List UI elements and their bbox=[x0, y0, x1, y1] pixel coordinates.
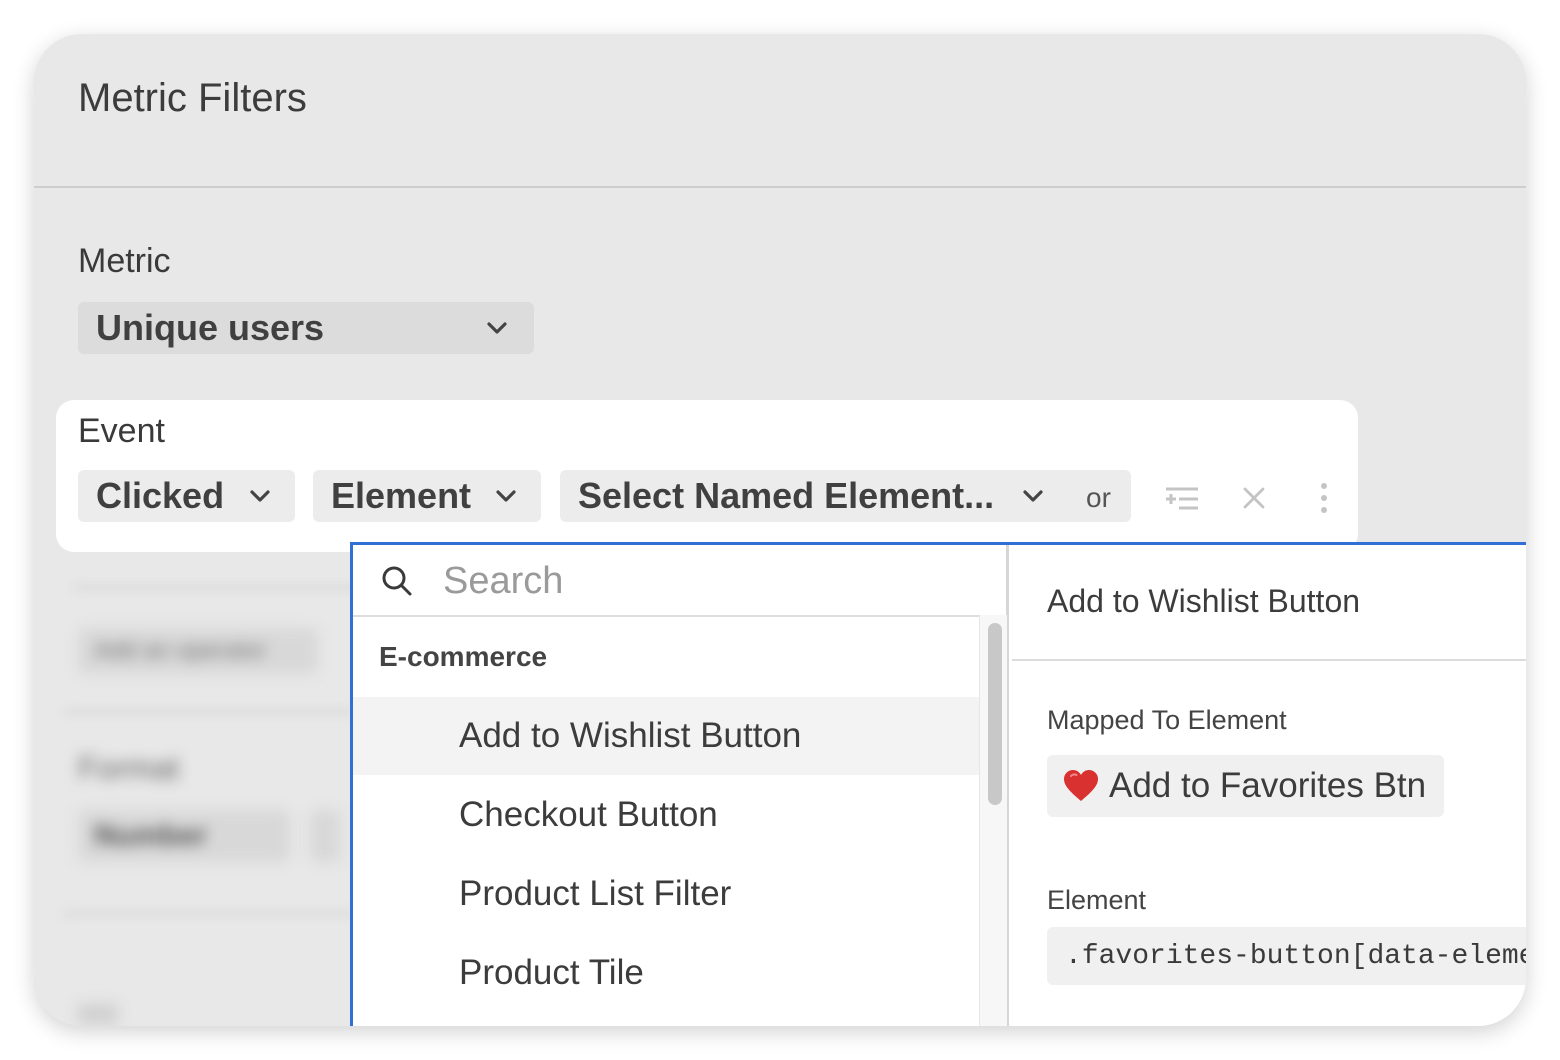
event-label: Event bbox=[78, 412, 165, 450]
divider bbox=[64, 912, 354, 915]
format-label: Format bbox=[78, 750, 180, 786]
divider bbox=[64, 710, 354, 713]
group-label: E-commerce bbox=[379, 641, 548, 672]
list-item-checkout[interactable]: Checkout Button bbox=[353, 776, 979, 854]
element-list-pane: E-commerce Add to Wishlist Button Checko… bbox=[353, 545, 1009, 1026]
mapped-to-element-label: Mapped To Element bbox=[1047, 705, 1287, 735]
divider bbox=[74, 586, 374, 589]
format-select-value: Number bbox=[94, 819, 208, 852]
metric-select-value: Unique users bbox=[96, 307, 325, 348]
list-item-product-tile[interactable]: Product Tile bbox=[353, 934, 979, 1012]
heart-icon bbox=[1064, 770, 1098, 801]
chevron-down-icon bbox=[250, 490, 270, 502]
page-title: Metric Filters bbox=[78, 76, 307, 120]
card-header: Metric Filters bbox=[34, 34, 1526, 188]
chevron-down-icon bbox=[1023, 490, 1043, 502]
more-options-icon[interactable] bbox=[1304, 478, 1344, 518]
element-selector: .favorites-button[data-element bbox=[1047, 927, 1526, 985]
event-filter-panel: Event Clicked Element Select Named Eleme… bbox=[56, 400, 1358, 552]
event-type-select[interactable]: Element bbox=[313, 470, 541, 522]
chevron-down-icon bbox=[496, 490, 516, 502]
named-element-select[interactable]: Select Named Element... or bbox=[560, 470, 1131, 522]
mapped-element-chip: Add to Favorites Btn bbox=[1047, 755, 1445, 817]
metric-label: Metric bbox=[78, 242, 171, 280]
metric-filters-card: Metric Filters Metric Unique users Add a… bbox=[34, 34, 1526, 1026]
close-icon[interactable] bbox=[1234, 478, 1274, 518]
named-element-placeholder: Select Named Element... bbox=[578, 475, 995, 516]
event-action-select[interactable]: Clicked bbox=[78, 470, 295, 522]
metric-select[interactable]: Unique users bbox=[78, 302, 534, 354]
detail-title: Add to Wishlist Button bbox=[1047, 583, 1361, 619]
element-label: Element bbox=[1047, 885, 1147, 915]
list-item-add-to-wishlist[interactable]: Add to Wishlist Button bbox=[353, 697, 979, 775]
event-type-value: Element bbox=[331, 475, 472, 516]
list-item-product-list-filter[interactable]: Product List Filter bbox=[353, 855, 979, 933]
search-row bbox=[353, 545, 1006, 617]
format-select[interactable]: Number bbox=[78, 810, 290, 862]
search-icon bbox=[382, 566, 412, 596]
add-operator-label: Add an operator bbox=[94, 637, 267, 664]
scrollbar[interactable] bbox=[979, 615, 1007, 1026]
search-input[interactable] bbox=[441, 555, 965, 607]
element-detail-pane: Add to Wishlist Button Mapped To Element… bbox=[1012, 545, 1526, 1026]
scrollbar-thumb[interactable] bbox=[988, 623, 1002, 805]
named-element-dropdown: E-commerce Add to Wishlist Button Checko… bbox=[350, 542, 1526, 1026]
format-option-select[interactable] bbox=[310, 810, 340, 862]
mapped-element-value: Add to Favorites Btn bbox=[1109, 766, 1427, 805]
blurred-label bbox=[78, 1004, 118, 1024]
add-operator-button[interactable]: Add an operator bbox=[78, 628, 318, 674]
divider bbox=[1012, 659, 1526, 661]
chevron-down-icon bbox=[487, 322, 507, 334]
event-action-value: Clicked bbox=[96, 475, 225, 516]
or-label: or bbox=[1086, 482, 1111, 513]
add-filter-icon[interactable] bbox=[1162, 478, 1202, 518]
